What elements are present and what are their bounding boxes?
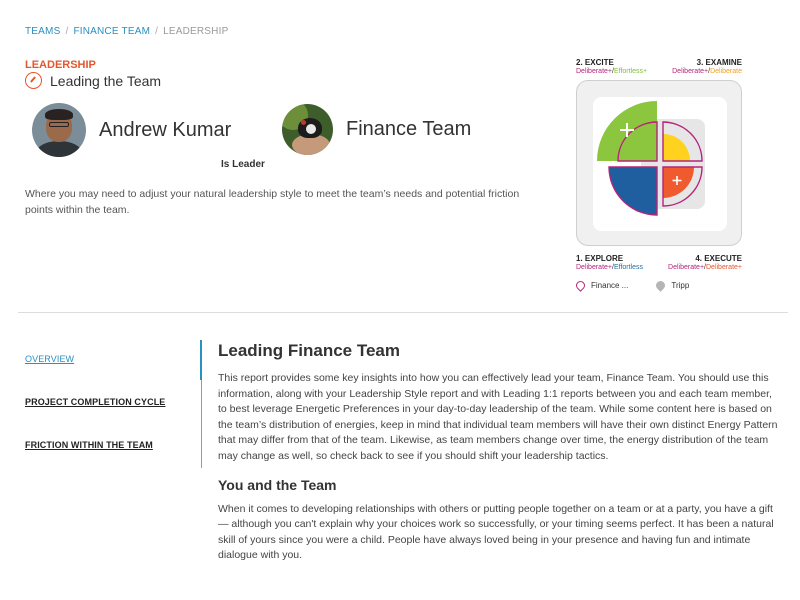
quadrant-inner bbox=[593, 97, 727, 231]
legend-item-tripp[interactable]: Tripp bbox=[654, 279, 690, 292]
quadrant-sub-label: Deliberate+ bbox=[668, 264, 705, 271]
content-paragraph: This report provides some key insights i… bbox=[218, 372, 778, 462]
legend-label: Finance ... bbox=[591, 281, 629, 290]
breadcrumb-teams-link[interactable]: TEAMS bbox=[25, 26, 60, 37]
side-nav: OVERVIEW PROJECT COMPLETION CYCLE FRICTI… bbox=[25, 354, 203, 483]
side-nav-item-friction-within-the-team[interactable]: FRICTION WITHIN THE TEAM bbox=[25, 440, 203, 483]
breadcrumb-separator: / bbox=[65, 26, 69, 37]
execute-petal bbox=[663, 167, 694, 198]
legend-label: Tripp bbox=[671, 281, 690, 290]
content-subtitle: You and the Team bbox=[218, 476, 337, 493]
quadrant-sub-label: Effortless+ bbox=[613, 68, 648, 75]
breadcrumb-current: LEADERSHIP bbox=[163, 26, 229, 37]
breadcrumb: TEAMS / FINANCE TEAM / LEADERSHIP bbox=[25, 26, 228, 37]
explore-petal bbox=[609, 167, 657, 215]
section-divider bbox=[18, 312, 788, 313]
avatar[interactable] bbox=[32, 103, 86, 157]
examine-petal bbox=[663, 134, 690, 161]
team-name[interactable]: Finance Team bbox=[346, 118, 471, 141]
quadrant-legend: Finance ... Tripp bbox=[574, 279, 742, 292]
breadcrumb-finance-team-link[interactable]: FINANCE TEAM bbox=[73, 26, 150, 37]
energy-quadrant: 2. EXCITE 3. EXAMINE Deliberate+/Effortl… bbox=[574, 58, 742, 292]
compass-icon bbox=[25, 72, 42, 89]
leader-name[interactable]: Andrew Kumar bbox=[99, 119, 231, 142]
quadrant-sub-label: Deliberate+ bbox=[706, 264, 742, 271]
quadrant-explore-title: 1. EXPLORE bbox=[576, 254, 624, 263]
location-pin-grey-icon bbox=[654, 279, 668, 292]
quadrant-petals bbox=[597, 101, 703, 216]
team-profile[interactable]: Finance Team bbox=[282, 104, 471, 155]
main-content: Leading Finance Team This report provide… bbox=[218, 341, 778, 564]
side-nav-item-project-completion-cycle[interactable]: PROJECT COMPLETION CYCLE bbox=[25, 397, 203, 440]
content-paragraph: When it comes to developing relationship… bbox=[218, 502, 774, 562]
quadrant-sub-label: Deliberate+ bbox=[576, 264, 612, 271]
section-title-row: Leading the Team bbox=[25, 72, 161, 89]
side-nav-item-overview[interactable]: OVERVIEW bbox=[25, 354, 203, 397]
section-title: Leading the Team bbox=[50, 72, 162, 89]
breadcrumb-separator: / bbox=[155, 26, 159, 37]
section-label: LEADERSHIP bbox=[25, 59, 96, 71]
location-pin-outline-icon bbox=[574, 279, 587, 292]
team-avatar[interactable] bbox=[282, 104, 333, 155]
quadrant-sub-label: Effortless bbox=[613, 264, 644, 271]
relation-label: Is Leader bbox=[221, 159, 265, 170]
quadrant-chart[interactable] bbox=[576, 80, 742, 246]
quadrant-sub-label: Deliberate bbox=[710, 68, 742, 75]
content-title: Leading Finance Team bbox=[218, 341, 401, 360]
legend-item-finance[interactable]: Finance ... bbox=[574, 279, 629, 292]
leader-profile[interactable]: Andrew Kumar bbox=[32, 103, 231, 157]
quadrant-excite-title: 2. EXCITE bbox=[576, 58, 614, 67]
quadrant-sub-label: Deliberate+ bbox=[672, 68, 709, 75]
quadrant-examine-title: 3. EXAMINE bbox=[696, 58, 742, 67]
intro-text: Where you may need to adjust your natura… bbox=[25, 188, 520, 216]
quadrant-execute-title: 4. EXECUTE bbox=[695, 254, 742, 263]
quadrant-sub-label: Deliberate+ bbox=[576, 68, 612, 75]
